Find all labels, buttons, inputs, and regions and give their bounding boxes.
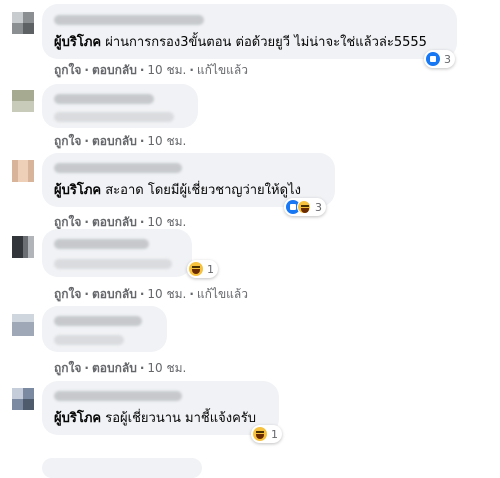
haha-icon <box>297 200 311 214</box>
comment-text: รอผู้เชี่ยวนาน มาชี้แจ้งครับ <box>105 411 257 426</box>
blurred-author-name <box>54 15 204 25</box>
timestamp[interactable]: 10 ชม. <box>147 287 186 301</box>
timestamp[interactable]: 10 ชม. <box>147 361 186 375</box>
comment-text: สะอาด โดยมีผู้เชี่ยวชาญว่ายให้ดูไง <box>105 183 301 198</box>
timestamp[interactable]: 10 ชม. <box>147 63 186 77</box>
haha-icon <box>189 262 203 276</box>
blurred-author-name <box>54 239 149 249</box>
like-link[interactable]: ถูกใจ <box>54 287 81 301</box>
timestamp[interactable]: 10 ชม. <box>147 134 186 148</box>
comment-bubble <box>42 306 167 352</box>
timestamp[interactable]: 10 ชม. <box>147 215 186 229</box>
comment-author[interactable]: ผู้บริโภค <box>54 35 101 50</box>
avatar[interactable] <box>12 236 34 258</box>
comment-text: ผ่านการกรอง3ขั้นตอน ต่อด้วยยูวี ไม่น่าจะ… <box>105 35 427 50</box>
blurred-comment-text <box>54 259 172 269</box>
comment-author[interactable]: ผู้บริโภค <box>54 411 101 426</box>
reaction-summary[interactable]: 1 <box>187 260 218 278</box>
comment-author[interactable]: ผู้บริโภค <box>54 183 101 198</box>
haha-icon <box>253 427 267 441</box>
comment-actions: ถูกใจ · ตอบกลับ · 10 ชม. <box>54 361 187 375</box>
avatar[interactable] <box>12 314 34 336</box>
comment-actions: ถูกใจ · ตอบกลับ · 10 ชม. <box>54 134 187 148</box>
comment-bubble <box>42 229 192 277</box>
blurred-author-name <box>54 163 182 173</box>
like-link[interactable]: ถูกใจ <box>54 361 81 375</box>
like-link[interactable]: ถูกใจ <box>54 134 81 148</box>
like-link[interactable]: ถูกใจ <box>54 215 81 229</box>
reply-link[interactable]: ตอบกลับ <box>92 134 137 148</box>
comment-actions: ถูกใจ · ตอบกลับ · 10 ชม. · แก้ไขแล้ว <box>54 287 248 301</box>
reply-link[interactable]: ตอบกลับ <box>92 63 137 77</box>
blurred-author-name <box>54 316 142 326</box>
blurred-comment-text <box>54 112 174 122</box>
comment-bubble <box>42 84 198 128</box>
reaction-summary[interactable]: 3 <box>284 198 326 216</box>
avatar[interactable] <box>12 12 34 34</box>
reply-link[interactable]: ตอบกลับ <box>92 361 137 375</box>
reply-link[interactable]: ตอบกลับ <box>92 287 137 301</box>
blurred-author-name <box>54 391 182 401</box>
like-icon <box>426 52 440 66</box>
like-link[interactable]: ถูกใจ <box>54 63 81 77</box>
reaction-count: 3 <box>444 52 451 66</box>
reply-link[interactable]: ตอบกลับ <box>92 215 137 229</box>
comment-actions: ถูกใจ · ตอบกลับ · 10 ชม. · แก้ไขแล้ว <box>54 63 248 77</box>
avatar[interactable] <box>12 90 34 112</box>
reaction-count: 3 <box>315 200 322 214</box>
comment-bubble: ผู้บริโภค รอผู้เชี่ยวนาน มาชี้แจ้งครับ <box>42 381 279 435</box>
blurred-author-name <box>54 94 154 104</box>
comment-bubble: ผู้บริโภค ผ่านการกรอง3ขั้นตอน ต่อด้วยยูว… <box>42 4 457 59</box>
reaction-summary[interactable]: 1 <box>251 425 282 443</box>
blurred-comment-text <box>54 335 124 345</box>
reaction-count: 1 <box>207 262 214 276</box>
reaction-summary[interactable]: 3 <box>424 50 455 68</box>
avatar[interactable] <box>12 160 34 182</box>
comment-bubble-partial <box>42 458 202 478</box>
edited-label[interactable]: แก้ไขแล้ว <box>197 63 248 77</box>
edited-label[interactable]: แก้ไขแล้ว <box>197 287 248 301</box>
reaction-count: 1 <box>271 427 278 441</box>
avatar[interactable] <box>12 388 34 410</box>
